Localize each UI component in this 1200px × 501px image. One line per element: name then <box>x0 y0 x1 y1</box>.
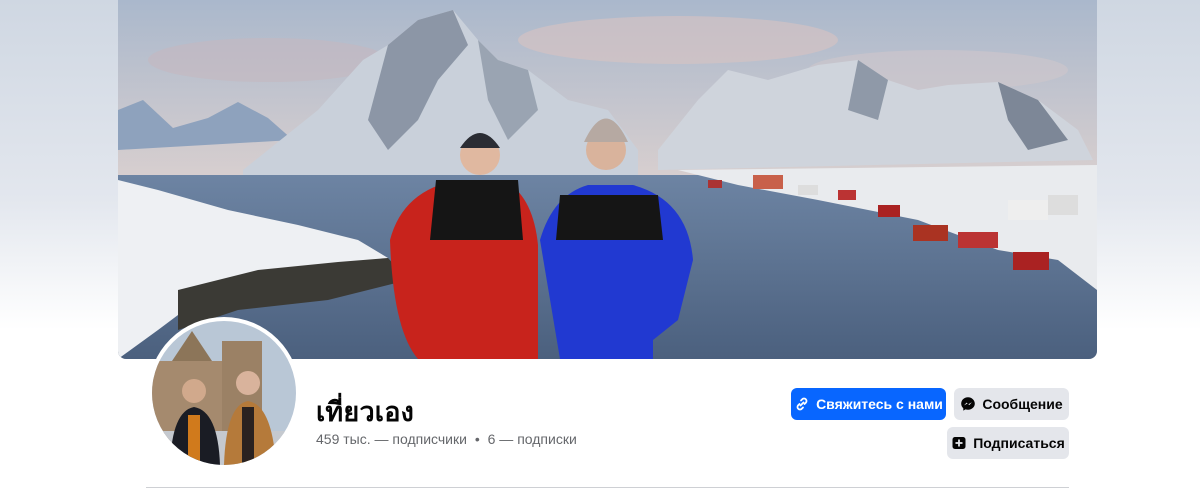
page-title: เที่ยวเอง <box>316 397 415 428</box>
subscribe-button[interactable]: Подписаться <box>947 427 1069 459</box>
contact-us-button[interactable]: Свяжитесь с нами <box>791 388 946 420</box>
header-divider <box>146 487 1069 488</box>
cover-photo[interactable] <box>118 0 1097 359</box>
message-label: Сообщение <box>982 396 1063 412</box>
messenger-icon <box>960 396 976 412</box>
stats-separator: • <box>474 431 480 447</box>
following-link[interactable]: 6 — подписки <box>488 431 577 447</box>
avatar-image <box>152 321 296 465</box>
subscribe-label: Подписаться <box>973 435 1065 451</box>
followers-link[interactable]: 459 тыс. — подписчики <box>316 431 467 447</box>
follow-icon <box>951 435 967 451</box>
profile-avatar[interactable] <box>148 317 300 469</box>
contact-us-label: Свяжитесь с нами <box>816 396 943 412</box>
cover-photo-image <box>118 0 1097 359</box>
profile-stats: 459 тыс. — подписчики • 6 — подписки <box>316 431 577 447</box>
message-button[interactable]: Сообщение <box>954 388 1069 420</box>
link-icon <box>794 396 810 412</box>
